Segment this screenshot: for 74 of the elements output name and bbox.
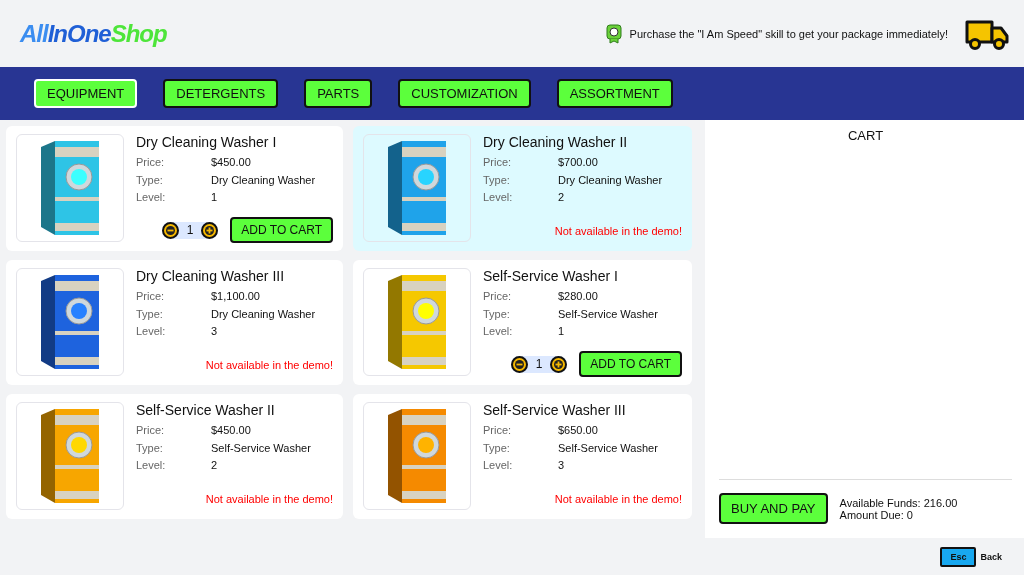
add-to-cart-button[interactable]: ADD TO CART	[230, 217, 333, 243]
category-tab[interactable]: ASSORTMENT	[556, 79, 673, 108]
category-tab[interactable]: PARTS	[304, 79, 373, 108]
type-value: Self-Service Washer	[558, 440, 658, 456]
unavailable-notice: Not available in the demo!	[205, 493, 333, 505]
product-name: Self-Service Washer III	[483, 402, 627, 418]
type-label: Type:	[483, 440, 511, 456]
price-value: $450.00	[211, 155, 251, 170]
type-label: Type:	[136, 306, 164, 322]
type-label: Type:	[136, 440, 164, 456]
cart-title: CART	[846, 128, 885, 143]
price-label: Price:	[136, 155, 166, 170]
product-card[interactable]: Dry Cleaning Washer I Price: $450.00 Type: Dry Cleaning Washer Level: 1 1 ADD TO CART	[6, 126, 343, 251]
product-name: Dry Cleaning Washer I	[136, 134, 278, 150]
price-label: Price:	[136, 423, 166, 438]
product-name: Dry Cleaning Washer II	[483, 134, 629, 150]
buy-and-pay-button[interactable]: BUY AND PAY	[719, 493, 828, 524]
plus-icon[interactable]	[201, 221, 219, 239]
type-value: Dry Cleaning Washer	[211, 172, 316, 188]
type-label: Type:	[483, 172, 511, 188]
price-value: $700.00	[558, 155, 598, 170]
back-label: Back	[980, 551, 1002, 562]
product-card[interactable]: Self-Service Washer I Price: $280.00 Type: Self-Service Washer Level: 1 1 ADD TO CART	[353, 260, 692, 385]
product-name: Self-Service Washer I	[483, 268, 619, 284]
available-funds: Available Funds: 216.00	[839, 496, 958, 509]
level-label: Level:	[136, 458, 167, 473]
price-value: $650.00	[558, 423, 598, 438]
level-label: Level:	[483, 190, 514, 205]
unavailable-notice: Not available in the demo!	[554, 225, 682, 237]
quantity-value: 1	[186, 223, 194, 237]
add-to-cart-button[interactable]: ADD TO CART	[579, 351, 682, 377]
level-label: Level:	[136, 190, 167, 205]
product-card[interactable]: Dry Cleaning Washer III Price: $1,100.00 Type: Dry Cleaning Washer Level: 3 Not available in the demo!	[6, 260, 343, 385]
type-value: Dry Cleaning Washer	[558, 172, 663, 188]
price-label: Price:	[483, 423, 513, 438]
price-value: $1,100.00	[211, 289, 260, 304]
type-value: Self-Service Washer	[211, 440, 311, 456]
esc-key[interactable]: Esc	[940, 546, 977, 567]
level-label: Level:	[136, 324, 167, 339]
minus-icon[interactable]	[510, 355, 528, 373]
promo-text: Purchase the "I Am Speed" skill to get your package immediately!	[629, 27, 948, 40]
category-tab[interactable]: DETERGENTS	[163, 79, 279, 108]
unavailable-notice: Not available in the demo!	[205, 359, 333, 371]
level-value: 1	[558, 324, 565, 339]
price-value: $450.00	[211, 423, 251, 438]
product-card[interactable]: Dry Cleaning Washer II Price: $700.00 Type: Dry Cleaning Washer Level: 2 Not available in the demo!	[353, 126, 692, 251]
level-label: Level:	[483, 324, 514, 339]
type-label: Type:	[136, 172, 164, 188]
level-value: 1	[211, 190, 218, 205]
type-label: Type:	[483, 306, 511, 322]
price-label: Price:	[483, 289, 513, 304]
level-value: 3	[558, 458, 565, 473]
minus-icon[interactable]	[161, 221, 179, 239]
product-card[interactable]: Self-Service Washer III Price: $650.00 Type: Self-Service Washer Level: 3 Not available in the demo!	[353, 394, 692, 519]
type-value: Self-Service Washer	[558, 306, 658, 322]
level-value: 3	[211, 324, 218, 339]
badge-icon	[605, 23, 622, 44]
unavailable-notice: Not available in the demo!	[554, 493, 682, 505]
product-name: Dry Cleaning Washer III	[136, 268, 286, 284]
product-name: Self-Service Washer II	[136, 402, 276, 418]
product-card[interactable]: Self-Service Washer II Price: $450.00 Type: Self-Service Washer Level: 2 Not available in the demo!	[6, 394, 343, 519]
amount-due: Amount Due: 0	[839, 508, 914, 521]
level-label: Level:	[483, 458, 514, 473]
type-value: Dry Cleaning Washer	[211, 306, 316, 322]
price-value: $280.00	[558, 289, 598, 304]
plus-icon[interactable]	[550, 355, 568, 373]
level-value: 2	[211, 458, 218, 473]
level-value: 2	[558, 190, 565, 205]
shop-logo: AllInOneShop	[20, 19, 167, 48]
quantity-value: 1	[535, 357, 543, 371]
price-label: Price:	[483, 155, 513, 170]
category-tab[interactable]: CUSTOMIZATION	[398, 79, 531, 108]
category-tab[interactable]: EQUIPMENT	[34, 79, 138, 108]
price-label: Price:	[136, 289, 166, 304]
